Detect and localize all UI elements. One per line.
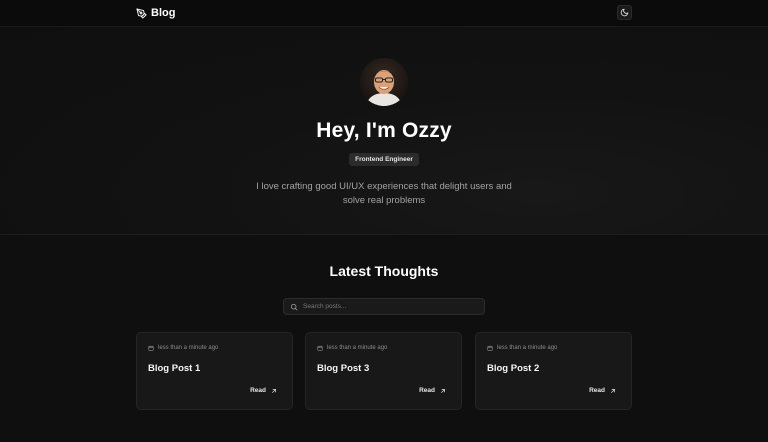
moon-icon	[620, 8, 629, 17]
read-link[interactable]: Read	[250, 387, 277, 394]
calendar-icon	[487, 345, 493, 351]
post-title: Blog Post 1	[148, 363, 201, 374]
hero-title: Hey, I'm Ozzy	[316, 119, 452, 142]
pen-nib-icon	[136, 7, 147, 19]
theme-toggle-button[interactable]	[617, 5, 632, 20]
arrow-up-right-icon	[441, 388, 445, 393]
arrow-up-right-icon	[272, 388, 276, 393]
read-link[interactable]: Read	[589, 387, 616, 394]
hero-bio: I love crafting good UI/UX experiences t…	[256, 181, 512, 206]
search-bar	[283, 298, 485, 315]
post-title: Blog Post 2	[487, 363, 540, 374]
post-title: Blog Post 3	[317, 363, 370, 374]
post-date: less than a minute ago	[327, 345, 388, 351]
role-badge: Frontend Engineer	[349, 153, 419, 166]
post-date: less than a minute ago	[497, 345, 558, 351]
read-label: Read	[419, 387, 435, 394]
search-icon	[290, 303, 298, 310]
hero-section: Hey, I'm Ozzy Frontend Engineer I love c…	[0, 27, 768, 235]
top-navbar: Blog	[0, 0, 768, 27]
section-title: Latest Thoughts	[329, 263, 439, 279]
arrow-up-right-icon	[611, 388, 615, 393]
profile-photo	[360, 58, 408, 106]
avatar	[360, 58, 408, 106]
read-label: Read	[250, 387, 266, 394]
calendar-icon	[148, 345, 154, 351]
search-input[interactable]	[303, 303, 473, 310]
post-date: less than a minute ago	[158, 345, 219, 351]
post-meta: less than a minute ago	[148, 345, 218, 351]
read-label: Read	[589, 387, 605, 394]
brand-home-link[interactable]: Blog	[136, 6, 175, 20]
post-meta: less than a minute ago	[487, 345, 557, 351]
post-card[interactable]: less than a minute ago Blog Post 3 Read	[305, 332, 462, 410]
brand-label: Blog	[151, 7, 176, 19]
post-card[interactable]: less than a minute ago Blog Post 2 Read	[475, 332, 632, 410]
read-link[interactable]: Read	[419, 387, 446, 394]
post-card[interactable]: less than a minute ago Blog Post 1 Read	[136, 332, 293, 410]
page: Blog Hey, I'm Ozzy Frontend Engineer I l…	[0, 0, 768, 442]
post-meta: less than a minute ago	[317, 345, 387, 351]
calendar-icon	[317, 345, 323, 351]
